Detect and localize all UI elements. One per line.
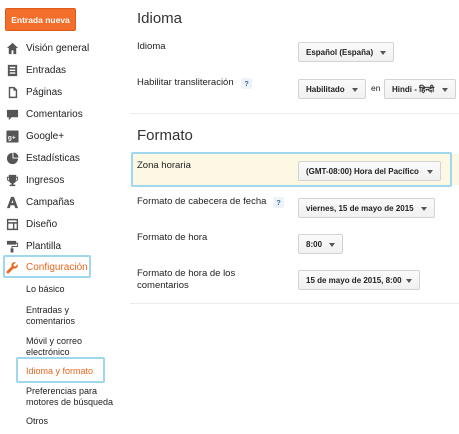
subnav-mobile-email[interactable]: Móvil y correo electrónico: [26, 336, 82, 358]
chevron-down-icon: [406, 279, 412, 283]
transliteration-select[interactable]: Habilitado: [298, 79, 366, 99]
help-icon[interactable]: ?: [273, 197, 284, 208]
sidebar-item-pages[interactable]: Páginas: [5, 83, 62, 101]
header-date-format-select[interactable]: viernes, 15 de mayo de 2015: [298, 198, 435, 218]
subnav-label: electrónico: [26, 347, 70, 357]
sidebar-item-settings[interactable]: Configuración: [5, 258, 88, 276]
sidebar-item-label: Plantilla: [26, 240, 62, 252]
sidebar: Entrada nueva Visión general Entradas Pá…: [0, 0, 122, 434]
language-select[interactable]: Español (España): [298, 42, 394, 62]
comment-time-format-value: 15 de mayo de 2015, 8:00: [306, 275, 402, 285]
chevron-down-icon: [352, 88, 358, 92]
sidebar-item-layout[interactable]: Diseño: [5, 215, 57, 233]
chevron-down-icon: [442, 88, 448, 92]
comment-time-label-line: comentarios: [137, 280, 189, 291]
comment-time-format-label: Formato de hora de los comentarios: [137, 268, 235, 292]
en-text: en: [371, 83, 381, 93]
time-format-label: Formato de hora: [137, 232, 208, 243]
sidebar-item-overview[interactable]: Visión general: [5, 39, 89, 57]
sidebar-item-label: Entradas: [26, 64, 67, 76]
transliteration-language-select[interactable]: Hindi - हिन्दी: [384, 79, 456, 99]
header-date-format-label: Formato de cabecera de fecha: [137, 196, 267, 207]
subnav-label: Entradas y: [26, 305, 70, 315]
sidebar-item-comments[interactable]: Comentarios: [5, 105, 83, 123]
sidebar-item-posts[interactable]: Entradas: [5, 61, 66, 79]
timezone-row-fade: [452, 154, 459, 185]
stats-pie-icon: [5, 151, 19, 165]
subnav-label: Otros: [26, 416, 49, 426]
sidebar-item-template[interactable]: Plantilla: [5, 237, 61, 255]
timezone-label: Zona horaria: [137, 160, 191, 171]
trophy-icon: [5, 173, 19, 187]
section-divider: [130, 303, 459, 304]
google-plus-icon: g+: [5, 129, 19, 143]
posts-icon: [5, 63, 19, 77]
pages-icon: [5, 85, 19, 99]
sidebar-item-label: Google+: [26, 130, 65, 142]
timezone-select[interactable]: (GMT-08:00) Hora del Pacífico: [298, 161, 441, 181]
chevron-down-icon: [427, 170, 433, 174]
section-divider: [130, 113, 459, 114]
sidebar-item-google-plus[interactable]: g+ Google+: [5, 127, 64, 145]
transliteration-select-value: Habilitado: [306, 84, 345, 94]
sidebar-item-label: Campañas: [26, 196, 75, 208]
subnav-posts-comments[interactable]: Entradas y comentarios: [26, 305, 75, 327]
help-icon[interactable]: ?: [241, 78, 252, 89]
home-icon: [5, 41, 19, 55]
sidebar-item-label: Diseño: [26, 218, 58, 230]
time-format-select[interactable]: 8:00: [298, 234, 343, 254]
chevron-down-icon: [329, 243, 335, 247]
sidebar-item-label: Ingresos: [26, 174, 65, 186]
time-format-value: 8:00: [306, 239, 323, 249]
transliteration-language-value: Hindi - हिन्दी: [392, 84, 435, 94]
language-select-value: Español (España): [306, 47, 374, 57]
language-label: Idioma: [137, 41, 166, 52]
comment-time-format-select[interactable]: 15 de mayo de 2015, 8:00: [298, 270, 420, 290]
header-date-format-value: viernes, 15 de mayo de 2015: [306, 203, 414, 213]
chevron-down-icon: [421, 207, 427, 211]
sidebar-item-label: Páginas: [26, 86, 63, 98]
sidebar-item-campaigns[interactable]: Campañas: [5, 193, 74, 211]
subnav-basics[interactable]: Lo básico: [26, 284, 65, 295]
subnav-label: comentarios: [26, 316, 76, 326]
sidebar-item-earnings[interactable]: Ingresos: [5, 171, 64, 189]
section-title-format: Formato: [137, 127, 193, 144]
subnav-label: Preferencias para: [26, 386, 98, 396]
wrench-icon: [5, 260, 19, 274]
sidebar-item-label: Estadísticas: [26, 152, 80, 164]
svg-text:g+: g+: [7, 134, 15, 141]
paint-roller-icon: [5, 239, 19, 253]
subnav-label: motores de búsqueda: [26, 397, 114, 407]
sidebar-item-stats[interactable]: Estadísticas: [5, 149, 80, 167]
section-title-language: Idioma: [137, 10, 183, 27]
campaigns-icon: [5, 195, 19, 209]
sidebar-item-label: Configuración: [26, 261, 88, 273]
comment-time-label-line: Formato de hora de los: [137, 268, 236, 279]
subnav-language-format[interactable]: Idioma y formato: [26, 366, 93, 377]
sidebar-item-label: Visión general: [26, 42, 90, 54]
subnav-label: Idioma y formato: [26, 366, 94, 376]
layout-icon: [5, 217, 19, 231]
transliteration-label: Habilitar transliteración: [137, 77, 234, 88]
subnav-search-preferences[interactable]: Preferencias para motores de búsqueda: [26, 386, 113, 408]
new-post-button[interactable]: Entrada nueva: [5, 8, 76, 31]
chevron-down-icon: [380, 51, 386, 55]
comments-icon: [5, 107, 19, 121]
sidebar-item-label: Comentarios: [26, 108, 83, 120]
subnav-other[interactable]: Otros: [26, 416, 48, 427]
timezone-select-value: (GMT-08:00) Hora del Pacífico: [306, 166, 419, 176]
subnav-label: Móvil y correo: [26, 336, 83, 346]
subnav-label: Lo básico: [26, 284, 65, 294]
